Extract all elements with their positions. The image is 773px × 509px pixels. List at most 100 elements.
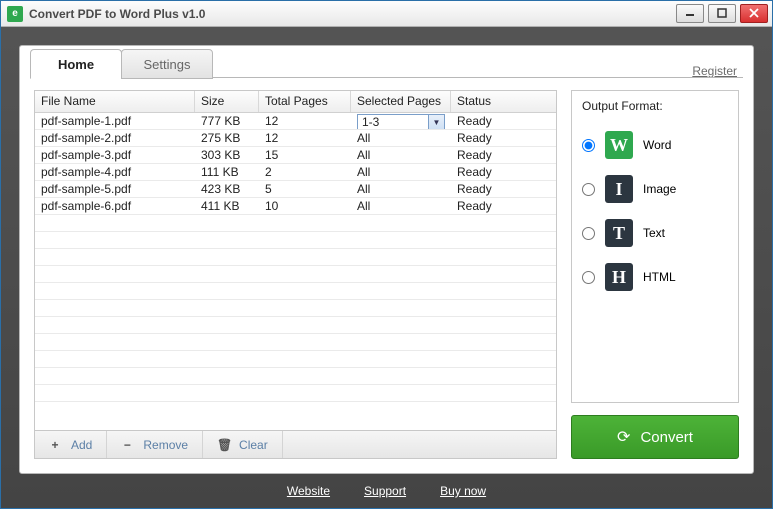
app-window: e Convert PDF to Word Plus v1.0 Home Set… bbox=[0, 0, 773, 509]
refresh-icon: ⟳ bbox=[617, 427, 630, 447]
convert-button[interactable]: ⟳ Convert bbox=[571, 415, 739, 459]
cell-size: 423 KB bbox=[195, 181, 259, 197]
table-row[interactable]: pdf-sample-3.pdf303 KB15AllReady bbox=[35, 147, 556, 164]
cell-selected-pages: All bbox=[351, 147, 451, 163]
empty-row bbox=[35, 368, 556, 385]
footer-support-link[interactable]: Support bbox=[364, 484, 406, 498]
cell-size: 303 KB bbox=[195, 147, 259, 163]
table-row[interactable]: pdf-sample-4.pdf111 KB2AllReady bbox=[35, 164, 556, 181]
empty-row bbox=[35, 215, 556, 232]
cell-selected-pages: All bbox=[351, 164, 451, 180]
text-icon: T bbox=[605, 219, 633, 247]
convert-label: Convert bbox=[640, 429, 693, 446]
close-button[interactable] bbox=[740, 4, 768, 23]
cell-status: Ready bbox=[451, 113, 556, 129]
footer: Website Support Buy now bbox=[19, 474, 754, 508]
output-format-title: Output Format: bbox=[582, 99, 728, 113]
remove-button[interactable]: −Remove bbox=[107, 431, 203, 458]
minimize-button[interactable] bbox=[676, 4, 704, 23]
cell-filename: pdf-sample-5.pdf bbox=[35, 181, 195, 197]
table-row[interactable]: pdf-sample-6.pdf411 KB10AllReady bbox=[35, 198, 556, 215]
empty-row bbox=[35, 266, 556, 283]
empty-row bbox=[35, 334, 556, 351]
cell-total-pages: 15 bbox=[259, 147, 351, 163]
cell-total-pages: 12 bbox=[259, 113, 351, 129]
remove-label: Remove bbox=[143, 438, 188, 452]
cell-filename: pdf-sample-3.pdf bbox=[35, 147, 195, 163]
format-radio-text[interactable] bbox=[582, 227, 595, 240]
empty-row bbox=[35, 300, 556, 317]
format-label-word: Word bbox=[643, 138, 671, 152]
plus-icon: + bbox=[49, 438, 61, 452]
cell-selected-pages: All bbox=[351, 130, 451, 146]
word-icon: W bbox=[605, 131, 633, 159]
cell-selected-pages: All bbox=[351, 198, 451, 214]
cell-selected-pages: All bbox=[351, 181, 451, 197]
col-header-name[interactable]: File Name bbox=[35, 91, 195, 112]
col-header-size[interactable]: Size bbox=[195, 91, 259, 112]
chevron-down-icon[interactable]: ▼ bbox=[428, 115, 444, 129]
empty-row bbox=[35, 317, 556, 334]
action-bar: + Add −Remove 🗑 Clear bbox=[35, 430, 556, 458]
table-row[interactable]: pdf-sample-1.pdf777 KB12 1-3▼ Ready bbox=[35, 113, 556, 130]
format-radio-image[interactable] bbox=[582, 183, 595, 196]
format-option-html[interactable]: H HTML bbox=[582, 263, 728, 291]
cell-total-pages: 10 bbox=[259, 198, 351, 214]
maximize-button[interactable] bbox=[708, 4, 736, 23]
cell-size: 411 KB bbox=[195, 198, 259, 214]
format-label-image: Image bbox=[643, 182, 676, 196]
trash-icon: 🗑 bbox=[217, 438, 229, 452]
footer-website-link[interactable]: Website bbox=[287, 484, 330, 498]
table-row[interactable]: pdf-sample-5.pdf423 KB5AllReady bbox=[35, 181, 556, 198]
cell-selected-pages: 1-3▼ bbox=[351, 113, 451, 129]
cell-size: 275 KB bbox=[195, 130, 259, 146]
cell-filename: pdf-sample-1.pdf bbox=[35, 113, 195, 129]
main-panel: Home Settings Register File Name Size To… bbox=[19, 45, 754, 474]
format-radio-html[interactable] bbox=[582, 271, 595, 284]
footer-buy-link[interactable]: Buy now bbox=[440, 484, 486, 498]
col-header-status[interactable]: Status bbox=[451, 91, 556, 112]
empty-row bbox=[35, 385, 556, 402]
format-option-text[interactable]: T Text bbox=[582, 219, 728, 247]
grid-body: pdf-sample-1.pdf777 KB121-3▼Readypdf-sam… bbox=[35, 113, 556, 430]
combo-value: 1-3 bbox=[358, 115, 428, 129]
table-row[interactable]: pdf-sample-2.pdf275 KB12AllReady bbox=[35, 130, 556, 147]
empty-row bbox=[35, 249, 556, 266]
window-title: Convert PDF to Word Plus v1.0 bbox=[29, 7, 205, 21]
cell-status: Ready bbox=[451, 130, 556, 146]
selected-pages-combo[interactable]: 1-3▼ bbox=[357, 114, 445, 129]
cell-size: 777 KB bbox=[195, 113, 259, 129]
col-header-selected[interactable]: Selected Pages bbox=[351, 91, 451, 112]
output-format-box: Output Format: W Word I Image T Text H HTML bbox=[571, 90, 739, 403]
cell-status: Ready bbox=[451, 147, 556, 163]
format-option-word[interactable]: W Word bbox=[582, 131, 728, 159]
tab-settings[interactable]: Settings bbox=[121, 49, 213, 79]
register-link[interactable]: Register bbox=[692, 64, 737, 78]
format-label-html: HTML bbox=[643, 270, 676, 284]
col-header-pages[interactable]: Total Pages bbox=[259, 91, 351, 112]
format-radio-word[interactable] bbox=[582, 139, 595, 152]
cell-status: Ready bbox=[451, 181, 556, 197]
image-icon: I bbox=[605, 175, 633, 203]
tab-home[interactable]: Home bbox=[30, 49, 122, 79]
format-label-text: Text bbox=[643, 226, 665, 240]
clear-button[interactable]: 🗑 Clear bbox=[203, 431, 283, 458]
cell-total-pages: 2 bbox=[259, 164, 351, 180]
cell-filename: pdf-sample-4.pdf bbox=[35, 164, 195, 180]
format-option-image[interactable]: I Image bbox=[582, 175, 728, 203]
grid-header: File Name Size Total Pages Selected Page… bbox=[35, 91, 556, 113]
clear-label: Clear bbox=[239, 438, 268, 452]
window-buttons bbox=[676, 4, 768, 24]
cell-total-pages: 5 bbox=[259, 181, 351, 197]
html-icon: H bbox=[605, 263, 633, 291]
cell-status: Ready bbox=[451, 198, 556, 214]
app-icon: e bbox=[7, 6, 23, 22]
cell-status: Ready bbox=[451, 164, 556, 180]
add-label: Add bbox=[71, 438, 92, 452]
cell-total-pages: 12 bbox=[259, 130, 351, 146]
empty-row bbox=[35, 283, 556, 300]
add-button[interactable]: + Add bbox=[35, 431, 107, 458]
cell-filename: pdf-sample-2.pdf bbox=[35, 130, 195, 146]
minus-icon: − bbox=[121, 438, 133, 452]
cell-filename: pdf-sample-6.pdf bbox=[35, 198, 195, 214]
